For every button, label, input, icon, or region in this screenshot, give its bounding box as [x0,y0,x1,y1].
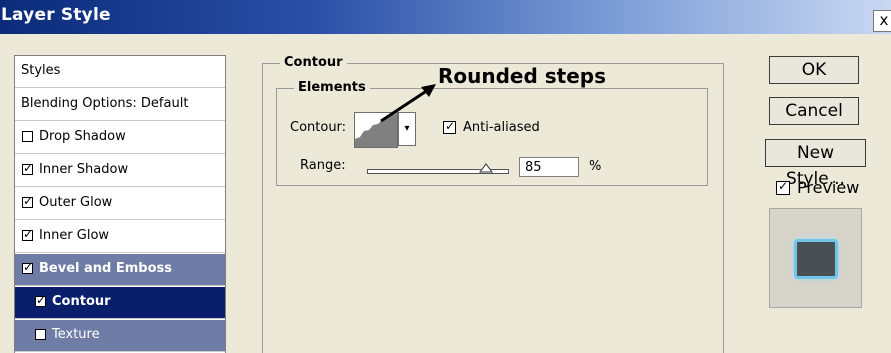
annotation-arrow-icon [380,84,436,123]
preview-label: Preview [797,178,860,197]
ok-button[interactable]: OK [769,56,859,84]
preview-thumbnail [769,208,862,308]
preview-swatch [794,239,838,279]
cancel-button[interactable]: Cancel [769,97,859,125]
layer-style-dialog: Layer Style x Styles Blending Options: D… [0,0,891,353]
checkmark-icon: ✓ [778,179,789,193]
new-style-button[interactable]: New Style... [765,139,866,189]
preview-checkbox[interactable]: ✓ [776,179,790,195]
